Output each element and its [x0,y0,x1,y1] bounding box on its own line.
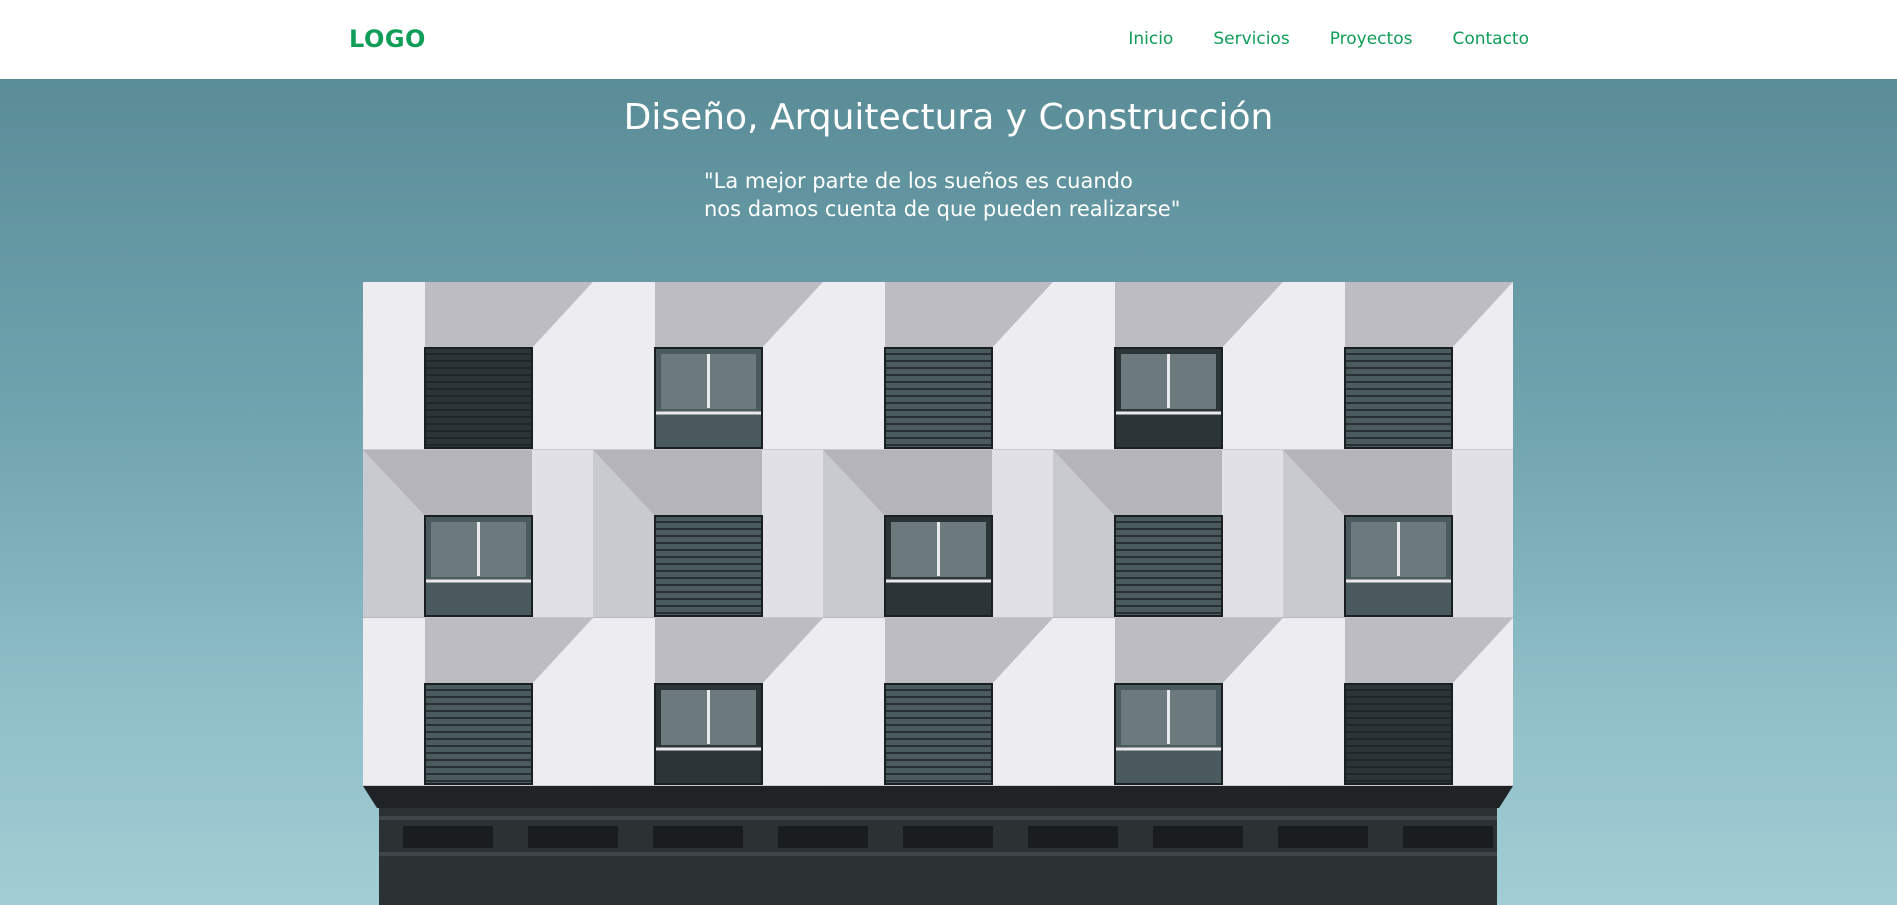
hero-section: Diseño, Arquitectura y Construcción "La … [0,79,1897,905]
logo[interactable]: LOGO [349,24,426,54]
nav-link-inicio[interactable]: Inicio [1128,27,1173,51]
building-facade-image [363,282,1513,905]
hero-quote-line-1: "La mejor parte de los sueños es cuando [704,169,1133,193]
hero-quote: "La mejor parte de los sueños es cuando … [704,167,1180,223]
top-navbar: LOGO Inicio Servicios Proyectos Contacto [0,0,1897,79]
nav-link-servicios[interactable]: Servicios [1213,27,1289,51]
nav-link-contacto[interactable]: Contacto [1452,27,1529,51]
nav-link-proyectos[interactable]: Proyectos [1330,27,1413,51]
hero-quote-line-2: nos damos cuenta de que pueden realizars… [704,197,1181,221]
main-nav: Inicio Servicios Proyectos Contacto [1128,27,1529,51]
hero-title: Diseño, Arquitectura y Construcción [623,97,1274,138]
